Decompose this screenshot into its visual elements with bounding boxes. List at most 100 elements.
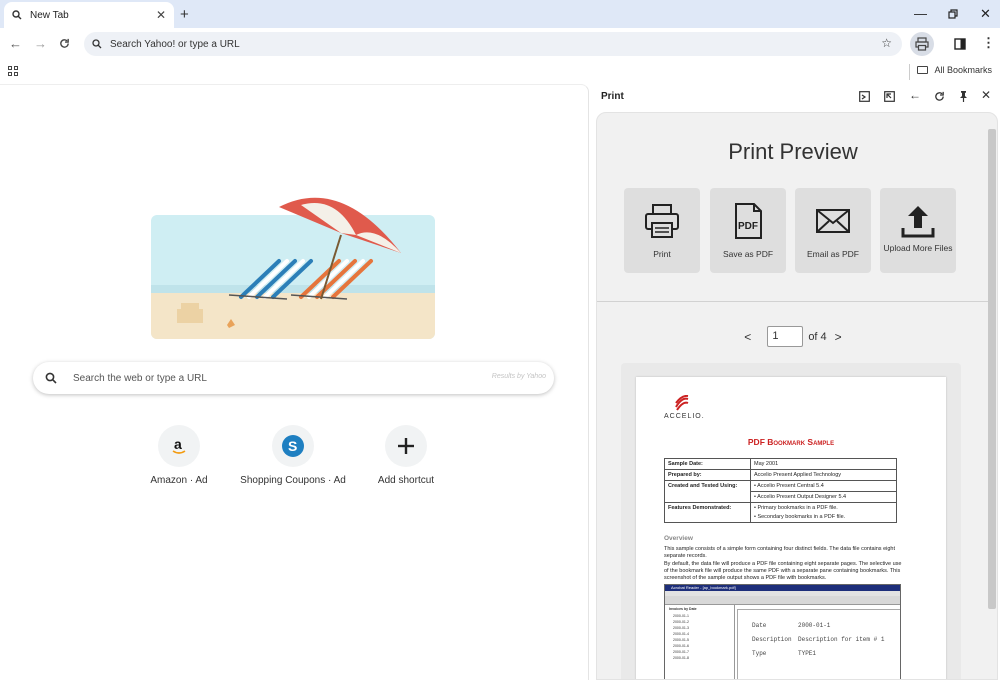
table-value: • Primary bookmarks in a PDF file. • Sec… [750,502,897,523]
print-label: Print [653,249,671,259]
table-value: Accelio Present Applied Technology [750,469,897,481]
back-arrow-icon[interactable]: ← [909,88,921,102]
new-tab-page: Search the web or type a URL Results by … [0,84,589,680]
record-value: 2000-01-1 [798,622,831,629]
record-row: Date 2000-01-1 [752,622,830,629]
page-number-input[interactable]: 1 [767,326,804,347]
search-icon [92,39,102,49]
record-row: Type TYPE1 [752,650,816,657]
plus-icon [385,425,427,467]
tree-item: 2000-01-1 [673,614,689,618]
table-key: Sample Date: [664,458,751,470]
table-key: Features Demonstrated: [664,502,751,523]
tree-item: 2000-01-5 [673,638,689,642]
upload-more-files-label: Upload More Files [883,243,953,253]
web-search-box[interactable]: Search the web or type a URL Results by … [33,362,554,394]
bookmarks-divider [909,64,910,80]
close-tab-icon[interactable]: ✕ [156,8,166,22]
folder-icon [917,66,929,74]
coupons-icon: S [272,425,314,467]
omnibox-placeholder: Search Yahoo! or type a URL [110,38,240,50]
record-key: Type [752,650,767,657]
tree-item: 2000-01-3 [673,626,689,630]
overview-heading: Overview [664,535,693,542]
all-bookmarks-button[interactable]: All Bookmarks [917,65,992,75]
table-key: Created and Tested Using: [664,480,751,503]
table-value: • Accelio Present Central 5.4 • Accelio … [750,480,897,503]
printer-icon [645,204,679,238]
prev-page-button[interactable]: < [744,330,751,344]
tree-item: 2000-01-7 [673,650,689,654]
save-as-pdf-label: Save as PDF [722,249,774,259]
results-by-yahoo: Results by Yahoo [491,373,546,380]
email-as-pdf-button[interactable]: Email as PDF [795,188,871,273]
accelio-logo-icon [675,395,689,411]
all-bookmarks-label: All Bookmarks [934,65,992,75]
record-value: TYPE1 [798,650,817,657]
shortcut-label: Add shortcut [377,475,435,486]
tab-new-tab[interactable]: New Tab ✕ [4,2,174,28]
shortcut-amazon[interactable]: a Amazon · Ad [119,425,239,486]
next-page-button[interactable]: > [835,330,842,344]
preview-scrollbar[interactable] [988,129,996,609]
close-window-icon[interactable]: ✕ [980,6,991,22]
side-panel-icon[interactable] [954,38,966,50]
shortcut-add[interactable]: Add shortcut [346,425,466,486]
table-value: May 2001 [750,458,897,470]
print-preview-frame: Print Preview Print PDF Save as PDF Emai… [596,112,998,680]
accelio-logo-text: ACCELIO. [664,413,705,420]
shortcut-label: Shopping Coupons · Ad [240,475,346,486]
new-tab-button[interactable]: + [180,6,189,23]
restore-icon[interactable] [948,9,958,19]
record-value: Description for item # 1 [798,636,885,643]
minimize-icon[interactable]: — [914,6,927,21]
divider [597,301,989,302]
beach-hero-illustration [151,197,435,339]
upload-icon [901,206,935,238]
list-item: • Primary bookmarks in a PDF file. [754,505,838,511]
print-button[interactable]: Print [624,188,700,273]
omnibox[interactable]: Search Yahoo! or type a URL ☆ [84,32,902,56]
email-icon [816,209,850,233]
browser-window: New Tab ✕ + — ✕ ← → Search Yahoo! or typ… [0,0,1000,680]
screenshot-window-title: Acrobat Reader - [ap_bookmark.pdf] [671,585,736,590]
bookmark-star-icon[interactable]: ☆ [881,36,892,50]
email-as-pdf-label: Email as PDF [807,249,859,259]
forward-icon[interactable]: → [34,36,47,51]
search-placeholder: Search the web or type a URL [73,372,207,384]
save-as-pdf-button[interactable]: PDF Save as PDF [710,188,786,273]
refresh-icon[interactable] [934,91,945,102]
table-row: Created and Tested Using: • Accelio Pres… [664,480,897,503]
search-icon [45,372,57,384]
print-extension-button[interactable] [910,32,934,56]
reload-icon[interactable] [59,38,70,49]
list-item: • Secondary bookmarks in a PDF file. [754,514,846,520]
expand-icon[interactable] [884,91,895,102]
close-panel-icon[interactable]: ✕ [981,88,991,102]
tree-item: 2000-01-8 [673,656,689,660]
tree-item: 2000-01-2 [673,620,689,624]
overview-paragraph: By default, the data file will produce a… [664,561,902,581]
amazon-icon: a [158,425,200,467]
pdf-icon: PDF [735,203,762,239]
page-count: of 4 [808,330,827,343]
table-row: Prepared by: Accelio Present Applied Tec… [664,469,897,481]
apps-grid-icon[interactable] [8,66,18,76]
svg-text:PDF: PDF [738,221,758,232]
menu-kebab-icon[interactable]: ⋮ [982,35,995,51]
overview-paragraph: This sample consists of a simple form co… [664,546,896,559]
open-in-tab-icon[interactable] [859,91,870,102]
record-row: Description Description for item # 1 [752,636,884,643]
upload-more-files-button[interactable]: Upload More Files [880,188,956,273]
pin-icon[interactable] [959,91,968,102]
printer-icon [915,37,929,51]
document-page: ACCELIO. PDF Bookmark Sample Sample Date… [636,377,946,679]
screenshot-bookmark-pane: Invoices by Date 2000-01-1 2000-01-2 200… [665,605,735,679]
back-icon[interactable]: ← [9,36,22,51]
shortcut-shopping-coupons[interactable]: S Shopping Coupons · Ad [233,425,353,486]
search-icon [12,10,22,20]
page-navigator: < 1 of 4 > [597,326,989,347]
screenshot-page-view: Date 2000-01-1 Description Description f… [737,609,900,679]
toolbar: ← → Search Yahoo! or type a URL ☆ ⋮ [0,28,1000,60]
screenshot-toolbar [665,596,900,605]
